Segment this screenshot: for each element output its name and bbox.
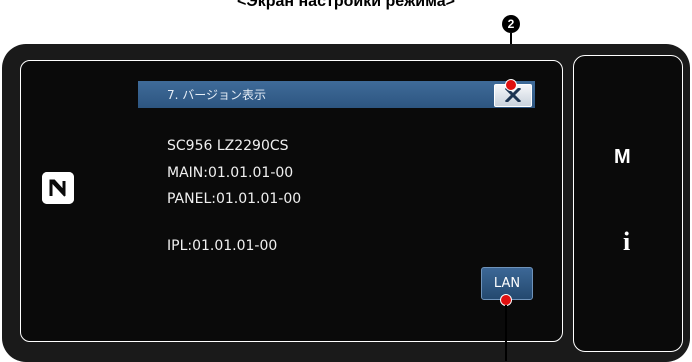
side-button-panel	[573, 55, 683, 352]
ipl-version-text: IPL:01.01.01-00	[167, 238, 278, 254]
callout-marker-close	[505, 79, 517, 91]
information-button[interactable]: i	[623, 227, 630, 257]
callout-leader-line-lan	[505, 305, 507, 361]
callout-number-badge: 2	[502, 15, 520, 33]
mode-button[interactable]: M	[614, 146, 631, 169]
page-caption: <Экран настройки режима>	[237, 0, 455, 10]
main-version-text: MAIN:01.01.01-00	[167, 165, 294, 181]
model-name-text: SC956 LZ2290CS	[167, 138, 289, 154]
nfc-icon	[42, 172, 74, 204]
dialog-title: 7. バージョン表示	[167, 88, 267, 102]
panel-version-text: PANEL:01.01.01-00	[167, 191, 302, 207]
